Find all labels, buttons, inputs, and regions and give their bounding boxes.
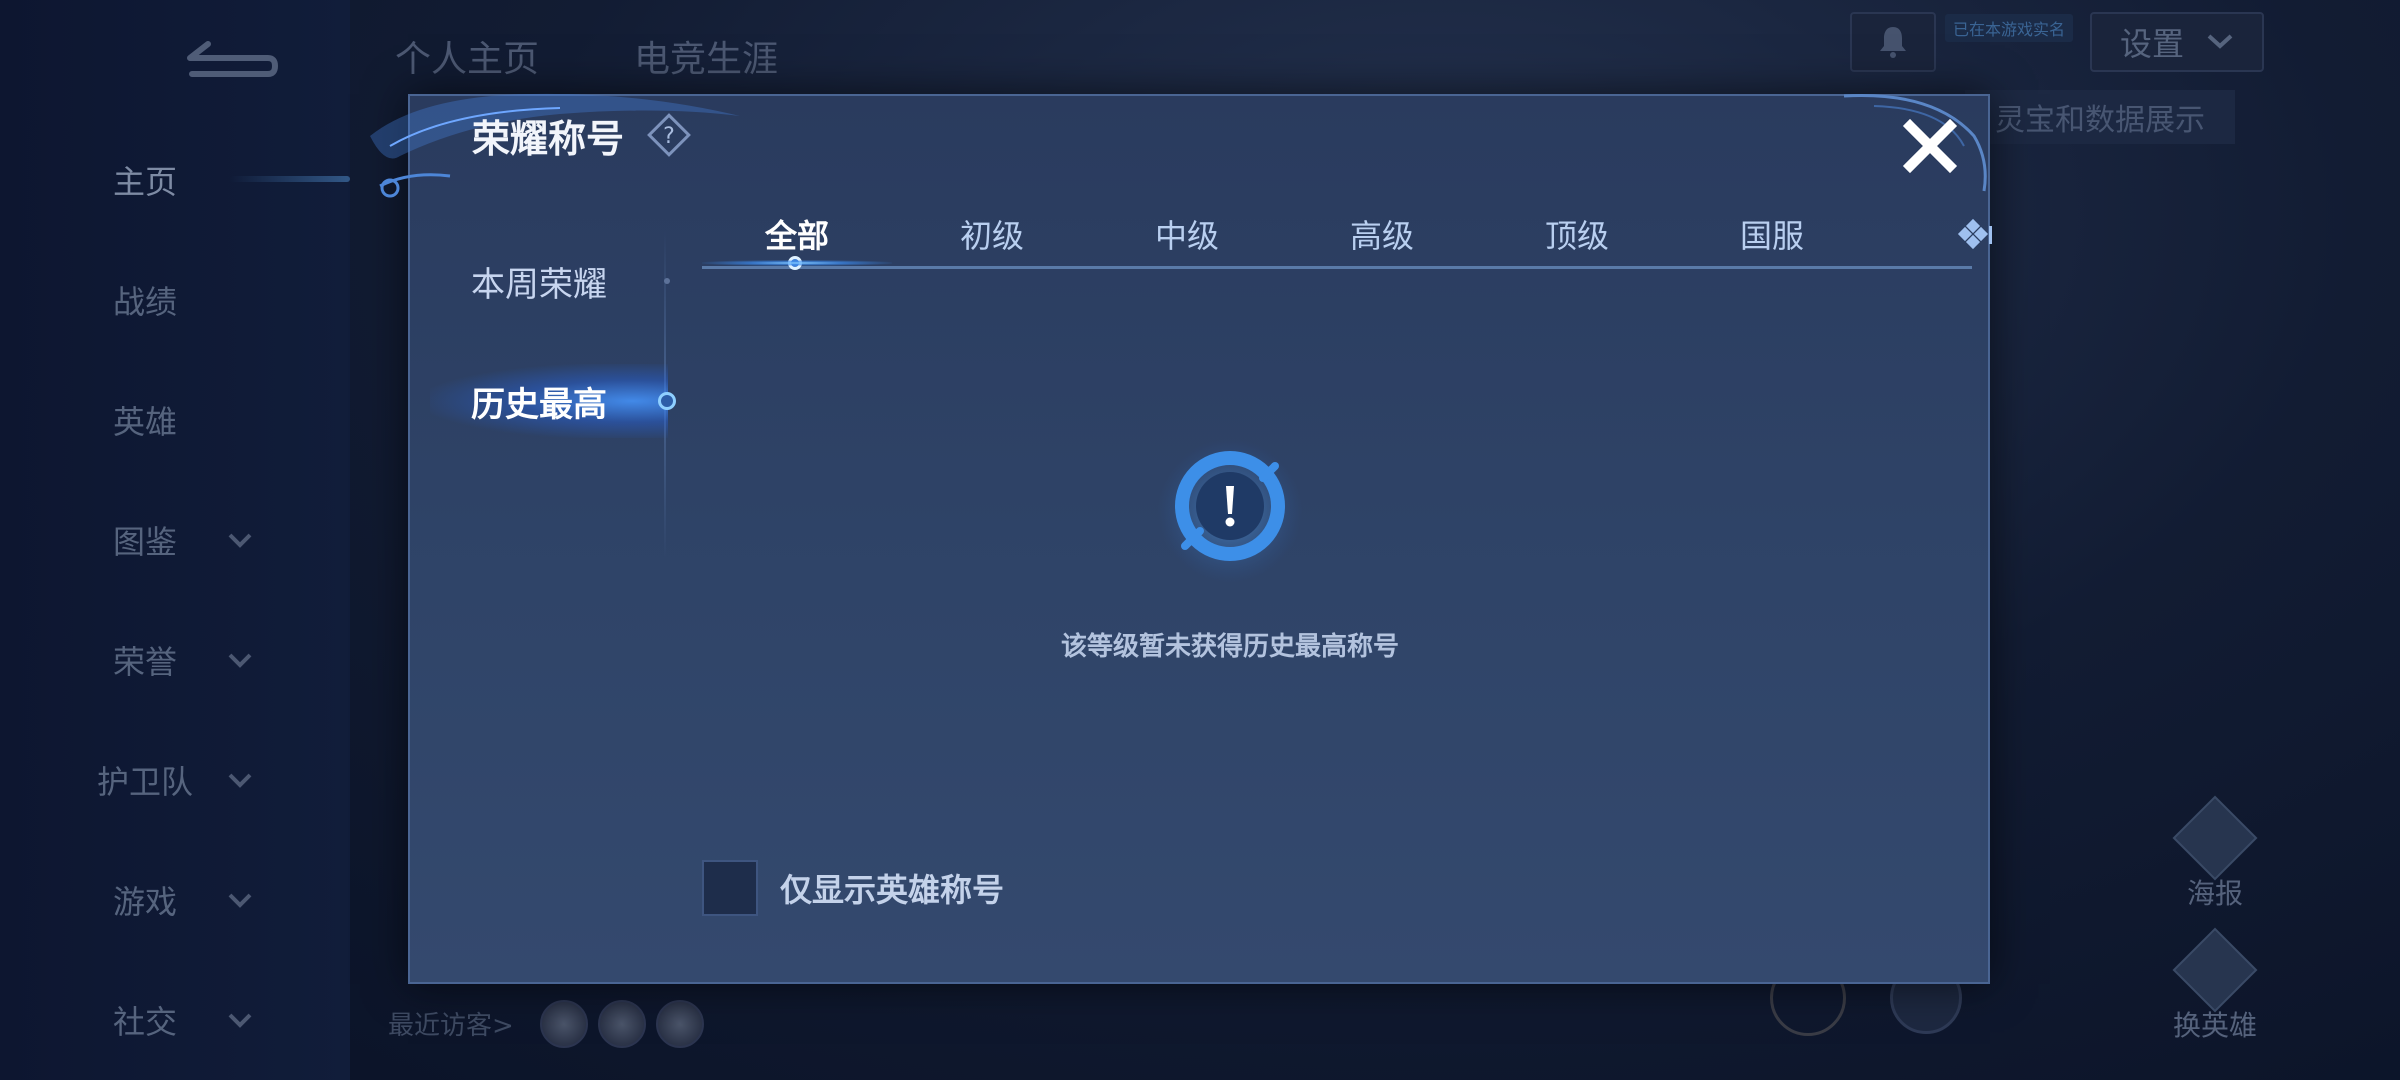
tab-advanced[interactable]: 高级 <box>1287 206 1477 262</box>
sidebar-item-label: 主页 <box>112 163 177 201</box>
tab-intermediate[interactable]: 中级 <box>1092 206 1282 262</box>
sidebar-item-label: 游戏 <box>112 883 177 921</box>
sidebar-item[interactable]: 图鉴 <box>0 510 350 570</box>
visitor-avatar[interactable] <box>598 1000 646 1048</box>
notification-button[interactable] <box>1850 12 1936 72</box>
back-arrow-icon[interactable] <box>180 30 280 80</box>
sidebar-item-label: 图鉴 <box>112 523 177 561</box>
modal-title: 荣耀称号 <box>472 117 625 161</box>
flame-icon <box>2172 927 2258 1013</box>
close-button[interactable] <box>1900 116 1960 176</box>
honor-title-modal: 荣耀称号 ? 本周荣耀 历史最高 全部 初级 中级 高级 顶级 国服 该等级暂未… <box>370 93 1992 984</box>
sidebar-item-label: 护卫队 <box>96 763 193 801</box>
bell-icon <box>1880 27 1906 58</box>
chevron-down-icon <box>228 893 252 908</box>
hero-title-checkbox[interactable] <box>702 860 758 916</box>
poster-button[interactable]: 海报 <box>2170 795 2260 912</box>
tab-label: 国服 <box>1739 217 1804 255</box>
sidebar-item[interactable]: 战绩 <box>0 270 350 330</box>
settings-label: 设置 <box>2119 25 2184 63</box>
tab-top[interactable]: 顶级 <box>1482 206 1672 262</box>
recent-visitors-link[interactable]: 最近访客> <box>388 1005 514 1042</box>
sidebar-item[interactable]: 主页 <box>0 150 350 210</box>
tab-esports-career[interactable]: 电竞生涯 <box>634 30 778 82</box>
realname-badge: 已在本游戏实名 <box>1945 14 2074 42</box>
help-icon[interactable]: ? <box>644 110 694 160</box>
rank-tab-bar: 全部 初级 中级 高级 顶级 国服 <box>702 206 1992 270</box>
hero-title-filter[interactable]: 仅显示英雄称号 <box>702 860 1004 916</box>
more-tabs-icon[interactable] <box>1954 216 1994 256</box>
tab-beginner[interactable]: 初级 <box>897 206 1087 262</box>
sidebar-item-label: 战绩 <box>112 283 177 321</box>
tab-label: 顶级 <box>1544 217 1609 255</box>
tab-label: 高级 <box>1349 217 1414 255</box>
close-icon <box>1902 118 1958 174</box>
filter-label: 仅显示英雄称号 <box>780 871 1005 909</box>
chevron-down-icon <box>2207 34 2233 49</box>
sidebar-item[interactable]: 荣誉 <box>0 630 350 690</box>
sidebar-item-label: 社交 <box>112 1003 177 1041</box>
visitor-avatar[interactable] <box>656 1000 704 1048</box>
chevron-down-icon <box>228 533 252 548</box>
sidebar-item[interactable]: 护卫队 <box>0 750 350 810</box>
side-tab-weekly-honor[interactable]: 本周荣耀 <box>410 236 670 326</box>
tab-label: 全部 <box>764 217 829 255</box>
empty-state: 该等级暂未获得历史最高称号 <box>1061 436 1399 662</box>
settings-button[interactable]: 设置 <box>2090 12 2264 72</box>
side-tab-history-highest[interactable]: 历史最高 <box>410 356 676 446</box>
tab-all[interactable]: 全部 <box>702 206 892 270</box>
empty-state-message: 该等级暂未获得历史最高称号 <box>1060 632 1399 662</box>
profile-top-tabs: 个人主页 电竞生涯 <box>395 30 778 82</box>
left-navigation: 主页战绩英雄图鉴荣誉护卫队游戏社交 <box>0 0 350 1080</box>
lingbao-data-banner[interactable]: 灵宝和数据展示 <box>1965 90 2235 144</box>
visitor-avatar[interactable] <box>540 1000 588 1048</box>
sidebar-item-label: 荣誉 <box>112 643 177 681</box>
chevron-down-icon <box>228 1013 252 1028</box>
switch-hero-button[interactable]: 换英雄 <box>2160 927 2270 1044</box>
chevron-down-icon <box>228 653 252 668</box>
active-tab-marker <box>788 256 802 270</box>
active-tab-indicator-dot <box>658 392 676 410</box>
exclamation-alert-icon <box>1158 439 1302 583</box>
side-tab-label: 本周荣耀 <box>471 264 607 305</box>
poster-icon <box>2172 795 2258 881</box>
tab-national-server[interactable]: 国服 <box>1677 206 1867 262</box>
lingbao-banner-label: 灵宝和数据展示 <box>1995 103 2205 138</box>
sidebar-item[interactable]: 游戏 <box>0 870 350 930</box>
sidebar-item[interactable]: 社交 <box>0 990 350 1050</box>
tab-label: 初级 <box>959 217 1024 255</box>
tab-personal-home[interactable]: 个人主页 <box>395 30 539 82</box>
tab-label: 中级 <box>1154 217 1219 255</box>
sidebar-item[interactable]: 英雄 <box>0 390 350 450</box>
sidebar-item-label: 英雄 <box>112 403 177 441</box>
side-tab-label: 历史最高 <box>471 384 607 425</box>
svg-text:?: ? <box>663 124 675 149</box>
tab-indicator-dot <box>664 278 670 284</box>
chevron-down-icon <box>228 773 252 788</box>
